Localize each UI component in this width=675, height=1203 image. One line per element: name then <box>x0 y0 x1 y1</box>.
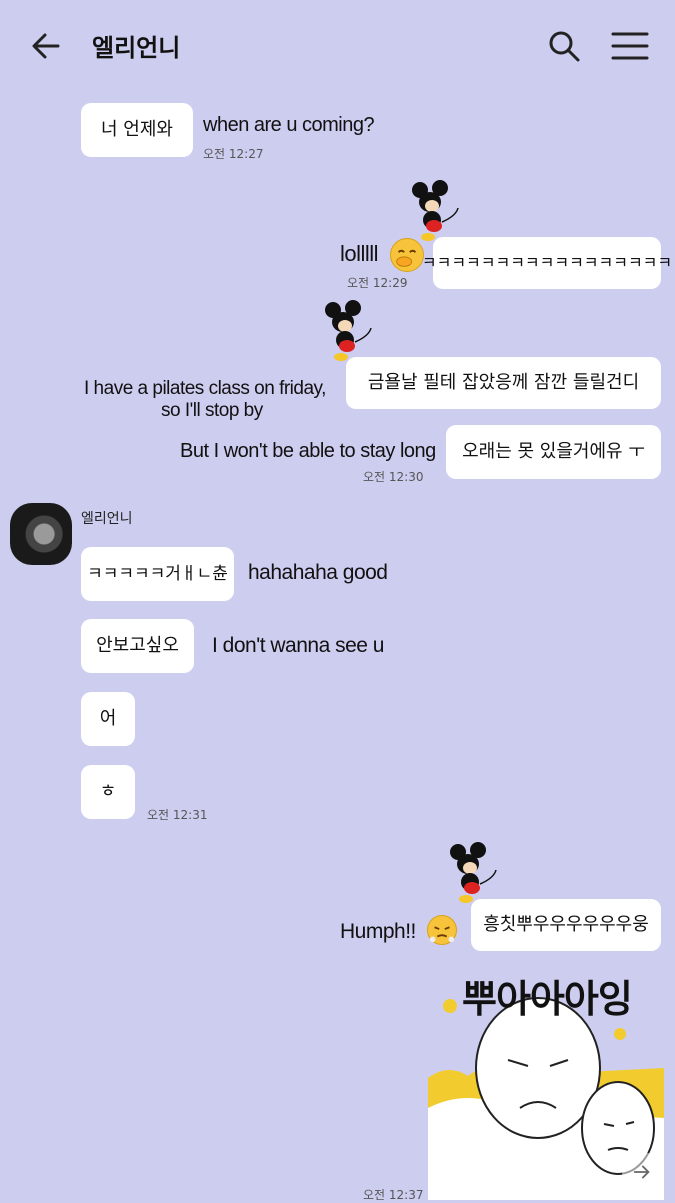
mickey-sticker-icon <box>325 300 372 361</box>
translation-note: lolllll <box>340 241 379 266</box>
translation-note: I don't wanna see u <box>212 634 384 657</box>
translation-note: I have a pilates class on friday, <box>84 378 326 399</box>
message-time: 오전 12:37 <box>363 1188 424 1202</box>
message-bubble[interactable]: ㅋㅋㅋㅋㅋㅋㅋㅋㅋㅋㅋㅋㅋㅋㅋㅋㅋ <box>422 237 672 289</box>
face-with-steam-from-nose-icon <box>427 915 457 945</box>
message-bubble[interactable]: ㅎ <box>81 765 135 819</box>
message-time: 오전 12:27 <box>203 147 264 161</box>
message-time: 오전 12:30 <box>363 470 424 484</box>
sticker-text: 뿌아아아잉 <box>462 977 633 1021</box>
chat-title: 엘리언니 <box>92 34 181 62</box>
message-bubble[interactable]: 흥칫뿌우우우우우우웅 <box>471 899 661 951</box>
translation-note: when are u coming? <box>203 114 375 136</box>
mickey-sticker-icon <box>450 842 497 903</box>
translation-note: so I'll stop by <box>161 400 263 421</box>
translation-note: But I won't be able to stay long <box>180 440 436 462</box>
message-time: 오전 12:31 <box>147 808 208 822</box>
message-bubble[interactable]: 너 언제와 <box>81 103 193 157</box>
message-time: 오전 12:29 <box>347 276 408 290</box>
chat-header: 엘리언니 <box>0 0 675 92</box>
share-arrow-icon[interactable] <box>622 1152 662 1192</box>
translation-note: hahahaha good <box>248 561 388 584</box>
search-icon[interactable] <box>546 28 582 64</box>
message-bubble[interactable]: 안보고싶오 <box>81 619 194 673</box>
message-bubble[interactable]: 오래는 못 있을거에유 ㅜ <box>446 425 661 479</box>
message-bubble[interactable]: 어 <box>81 692 135 746</box>
arrow-left-icon[interactable] <box>28 28 64 64</box>
sender-name: 엘리언니 <box>81 511 133 527</box>
hamburger-menu-icon[interactable] <box>610 30 650 62</box>
message-bubble[interactable]: ㅋㅋㅋㅋㅋ거ㅐㄴ츈 <box>81 547 234 601</box>
message-bubble[interactable]: 금욜날 필테 잡았응께 잠깐 들릴건디 <box>346 357 661 409</box>
face-with-hand-over-mouth-icon <box>390 238 424 272</box>
translation-note: Humph!! <box>340 920 416 943</box>
avatar[interactable] <box>10 503 72 565</box>
mickey-sticker-icon <box>412 180 459 241</box>
